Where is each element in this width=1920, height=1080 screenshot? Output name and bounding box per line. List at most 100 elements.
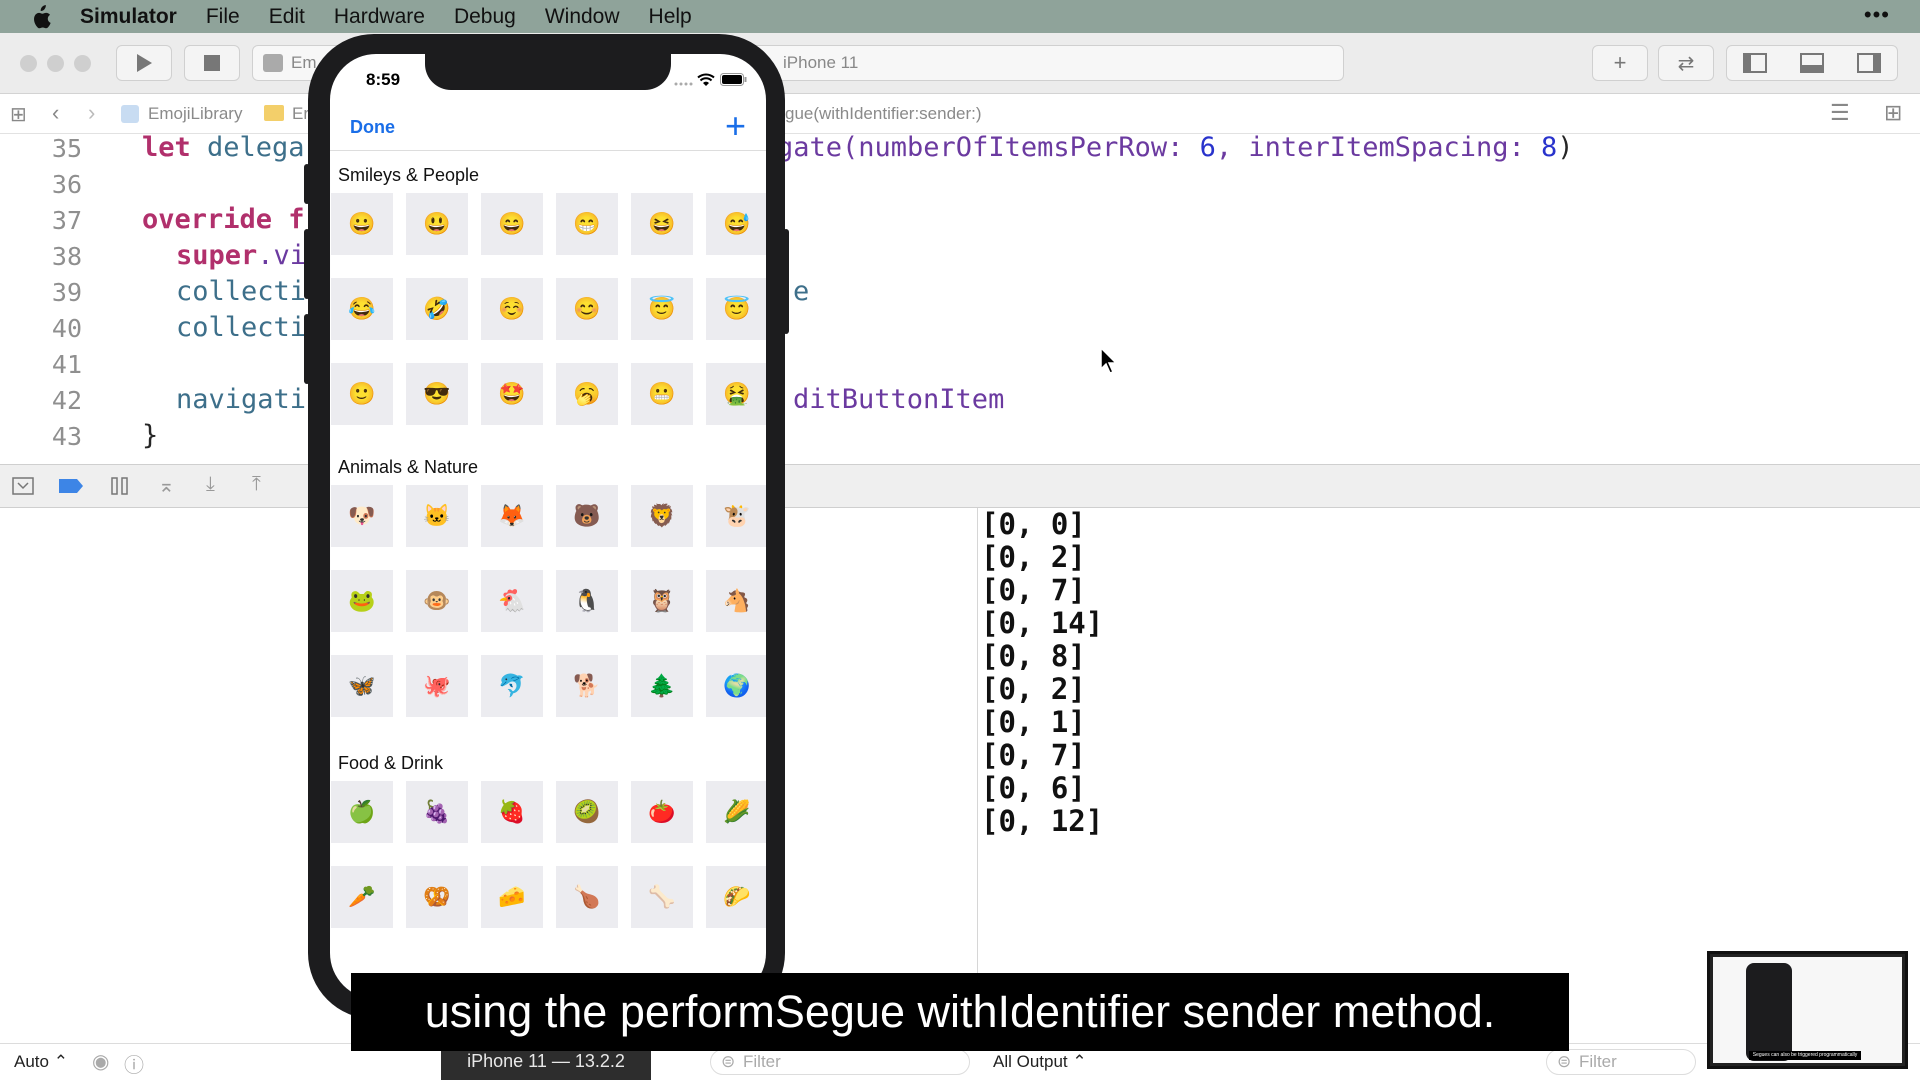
pause-icon[interactable] xyxy=(110,476,130,496)
menu-overflow-icon[interactable]: ••• xyxy=(1864,2,1890,28)
emoji-cell[interactable]: 🥱 xyxy=(556,363,618,425)
bottom-panel-icon[interactable] xyxy=(1799,53,1824,73)
step-into-icon[interactable]: ⤓ xyxy=(206,473,215,496)
emoji-cell[interactable]: 🧀 xyxy=(481,866,543,928)
emoji-cell[interactable]: 😇 xyxy=(706,278,766,340)
emoji-cell[interactable]: 🍏 xyxy=(331,781,393,843)
emoji-cell[interactable]: 🐧 xyxy=(556,570,618,632)
hide-debug-area-icon[interactable] xyxy=(12,477,34,495)
emoji-cell[interactable]: 🐵 xyxy=(406,570,468,632)
emoji-cell[interactable]: 🌍 xyxy=(706,655,766,717)
emoji-cell[interactable]: 🐴 xyxy=(706,570,766,632)
emoji-cell[interactable]: 😄 xyxy=(481,193,543,255)
eye-icon[interactable]: ◉ xyxy=(92,1049,109,1074)
emoji-cell[interactable]: 🐬 xyxy=(481,655,543,717)
emoji-cell[interactable]: 😅 xyxy=(706,193,766,255)
menu-edit[interactable]: Edit xyxy=(269,5,305,29)
emoji-cell[interactable]: 😎 xyxy=(406,363,468,425)
console-filter-input[interactable]: ⊜ Filter xyxy=(1546,1049,1696,1075)
emoji-cell[interactable]: 🥝 xyxy=(556,781,618,843)
emoji-cell[interactable]: 😆 xyxy=(631,193,693,255)
zoom-window-button[interactable] xyxy=(74,55,91,72)
left-panel-icon[interactable] xyxy=(1743,53,1768,73)
emoji-cell[interactable]: 🦁 xyxy=(631,485,693,547)
emoji-cell[interactable]: 🐕 xyxy=(556,655,618,717)
breadcrumb-folder[interactable]: Er xyxy=(292,104,309,124)
emoji-cell[interactable]: 🌮 xyxy=(706,866,766,928)
emoji-cell[interactable]: 🤮 xyxy=(706,363,766,425)
forward-arrow-icon[interactable]: › xyxy=(88,100,95,126)
breadcrumb-method[interactable]: gue(withIdentifier:sender:) xyxy=(785,104,982,124)
variables-filter-input[interactable]: ⊜ Filter xyxy=(710,1049,970,1075)
emoji-cell[interactable]: 🐻 xyxy=(556,485,618,547)
menu-app-name[interactable]: Simulator xyxy=(80,5,177,29)
side-button[interactable] xyxy=(783,229,789,334)
emoji-cell[interactable]: 🍗 xyxy=(556,866,618,928)
code-line-37: override f xyxy=(142,204,305,235)
emoji-cell[interactable]: 🐙 xyxy=(406,655,468,717)
back-arrow-icon[interactable]: ‹ xyxy=(52,100,59,126)
video-thumbnail-preview: Segues can also be triggered programmati… xyxy=(1707,951,1908,1069)
auto-selector[interactable]: Auto ⌃ xyxy=(14,1052,68,1072)
step-over-icon[interactable]: ⌅ xyxy=(158,473,175,498)
emoji-cell[interactable]: 🙂 xyxy=(331,363,393,425)
run-button[interactable] xyxy=(116,45,172,81)
menu-file[interactable]: File xyxy=(206,5,240,29)
stop-button[interactable] xyxy=(184,45,240,81)
add-editor-icon[interactable]: ⊞ xyxy=(1884,100,1902,126)
volume-down-button[interactable] xyxy=(304,314,310,384)
emoji-cell[interactable]: 😊 xyxy=(556,278,618,340)
breadcrumb-project[interactable]: EmojiLibrary xyxy=(148,104,242,124)
related-items-icon[interactable]: ⊞ xyxy=(10,102,27,127)
emoji-cell[interactable]: 🤣 xyxy=(406,278,468,340)
code-token: ) xyxy=(1557,132,1574,163)
emoji-cell[interactable]: ☺️ xyxy=(481,278,543,340)
emoji-cell[interactable]: 🦴 xyxy=(631,866,693,928)
emoji-cell[interactable]: 🦊 xyxy=(481,485,543,547)
emoji-cell[interactable]: 🐔 xyxy=(481,570,543,632)
emoji-cell[interactable]: 🐱 xyxy=(406,485,468,547)
emoji-cell[interactable]: 🐸 xyxy=(331,570,393,632)
stop-icon xyxy=(204,55,220,71)
close-window-button[interactable] xyxy=(20,55,37,72)
apple-menu-icon[interactable] xyxy=(28,4,52,29)
emoji-cell[interactable]: 🥕 xyxy=(331,866,393,928)
emoji-cell[interactable]: 😂 xyxy=(331,278,393,340)
right-panel-icon[interactable] xyxy=(1856,53,1881,73)
emoji-cell[interactable]: 🍅 xyxy=(631,781,693,843)
emoji-cell[interactable]: 🍓 xyxy=(481,781,543,843)
emoji-cell[interactable]: 😃 xyxy=(406,193,468,255)
step-out-icon[interactable]: ⤒ xyxy=(252,473,261,496)
emoji-cell[interactable]: 🍇 xyxy=(406,781,468,843)
line-number: 42 xyxy=(51,386,82,415)
done-button[interactable]: Done xyxy=(350,117,395,138)
console-line: [0, 6] xyxy=(981,771,1086,805)
menu-debug[interactable]: Debug xyxy=(454,5,516,29)
emoji-cell[interactable]: 😁 xyxy=(556,193,618,255)
menu-hardware[interactable]: Hardware xyxy=(334,5,425,29)
emoji-cell[interactable]: 🐮 xyxy=(706,485,766,547)
emoji-cell[interactable]: 😀 xyxy=(331,193,393,255)
info-icon[interactable]: ⓘ xyxy=(124,1049,144,1078)
emoji-cell[interactable]: 🦋 xyxy=(331,655,393,717)
output-selector[interactable]: All Output ⌃ xyxy=(993,1052,1087,1072)
library-button[interactable]: + xyxy=(1592,45,1648,81)
line-number: 35 xyxy=(51,134,82,163)
emoji-cell[interactable]: 🐶 xyxy=(331,485,393,547)
minimize-window-button[interactable] xyxy=(47,55,64,72)
menu-help[interactable]: Help xyxy=(649,5,692,29)
code-editor[interactable]: 35 36 37 38 39 40 41 42 43 let delega ga… xyxy=(0,132,1920,464)
editor-options-icon[interactable]: ☰ xyxy=(1830,100,1850,126)
emoji-cell[interactable]: 🌽 xyxy=(706,781,766,843)
menu-window[interactable]: Window xyxy=(545,5,620,29)
emoji-cell[interactable]: 😇 xyxy=(631,278,693,340)
emoji-cell[interactable]: 🥨 xyxy=(406,866,468,928)
breakpoints-icon[interactable] xyxy=(58,478,84,494)
emoji-cell[interactable]: 🤩 xyxy=(481,363,543,425)
code-review-button[interactable]: ⇄ xyxy=(1658,45,1714,81)
emoji-cell[interactable]: 🦉 xyxy=(631,570,693,632)
add-button[interactable]: + xyxy=(725,106,746,146)
emoji-cell[interactable]: 🌲 xyxy=(631,655,693,717)
emoji-cell[interactable]: 😬 xyxy=(631,363,693,425)
volume-up-button[interactable] xyxy=(304,229,310,299)
